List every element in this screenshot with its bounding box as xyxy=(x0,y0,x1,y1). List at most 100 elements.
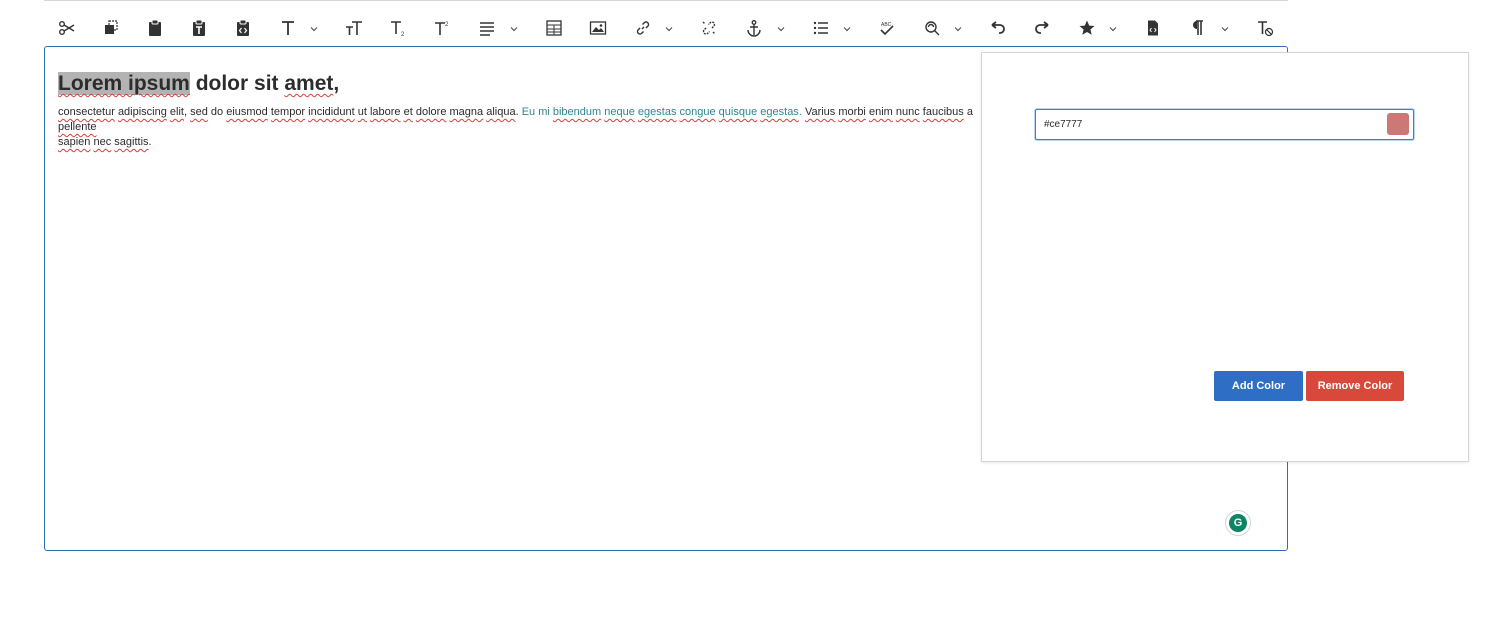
colored-word: egestas xyxy=(637,106,677,118)
heading-punct: , xyxy=(333,72,340,95)
cut-icon xyxy=(59,21,75,35)
star-icon xyxy=(1079,20,1095,35)
para-punct: . xyxy=(148,136,152,148)
paste-html-icon xyxy=(237,19,249,36)
colored-text: Eu mi xyxy=(521,106,550,118)
unlink-icon xyxy=(702,21,716,35)
image-button[interactable] xyxy=(587,15,609,41)
remove-color-button[interactable]: Remove Color xyxy=(1306,371,1404,401)
paste-html-button[interactable] xyxy=(232,15,254,41)
source-edit-button[interactable] xyxy=(1142,15,1164,41)
paragraph-icon xyxy=(1193,20,1203,35)
para-word: nec xyxy=(93,136,112,148)
align-dropdown[interactable] xyxy=(509,21,519,32)
color-swatch[interactable] xyxy=(1387,113,1409,135)
para-text: a xyxy=(963,106,973,118)
superscript-button[interactable]: 2 xyxy=(431,15,453,41)
undo-button[interactable] xyxy=(987,15,1009,41)
para-word: eiusmod xyxy=(226,106,268,118)
chevron-down-icon xyxy=(777,27,785,32)
text-size-button[interactable] xyxy=(343,15,365,41)
anchor-dropdown[interactable] xyxy=(776,21,786,32)
heading-text: dolor sit xyxy=(189,72,285,95)
special-char-button[interactable] xyxy=(1076,15,1098,41)
chevron-down-icon xyxy=(1109,27,1117,32)
chevron-down-icon xyxy=(954,27,962,32)
spellcheck-button[interactable]: ABC xyxy=(876,15,898,41)
align-button[interactable] xyxy=(476,15,498,41)
subscript-button[interactable]: 2 xyxy=(387,15,409,41)
editor-toolbar: 2 2 ABC xyxy=(44,7,1288,47)
para-word: et xyxy=(403,106,413,118)
copy-button[interactable] xyxy=(100,15,122,41)
link-button[interactable] xyxy=(632,15,654,41)
colored-word: egestas xyxy=(760,106,799,118)
unlink-button[interactable] xyxy=(698,15,720,41)
para-word: ut xyxy=(357,106,367,118)
grammarly-icon: G xyxy=(1229,514,1247,532)
para-word: labore xyxy=(369,106,401,118)
para-word: elit xyxy=(169,106,184,118)
anchor-icon xyxy=(747,20,761,37)
para-word: incididunt xyxy=(308,106,355,118)
list-dropdown[interactable] xyxy=(842,21,852,32)
svg-text:2: 2 xyxy=(445,22,449,28)
para-word: magna xyxy=(449,106,484,118)
para-word: dolore xyxy=(415,106,447,118)
colored-word: quisque xyxy=(718,106,758,118)
clear-format-button[interactable] xyxy=(1254,15,1276,41)
color-picker-popup: Add Color Remove Color xyxy=(981,52,1469,462)
para-punct: . xyxy=(798,106,802,118)
chevron-down-icon xyxy=(510,27,518,32)
paste-text-button[interactable] xyxy=(188,15,210,41)
colored-word: bibendum xyxy=(552,106,602,118)
find-replace-button[interactable] xyxy=(921,15,943,41)
para-punct: . xyxy=(515,106,519,118)
link-icon xyxy=(636,21,650,35)
paste-button[interactable] xyxy=(144,15,166,41)
superscript-icon: 2 xyxy=(435,22,449,35)
chevron-down-icon xyxy=(843,27,851,32)
para-word: Varius xyxy=(804,106,836,118)
svg-text:2: 2 xyxy=(401,32,405,37)
para-word: nunc xyxy=(895,106,920,118)
subscript-icon: 2 xyxy=(391,21,405,37)
anchor-button[interactable] xyxy=(743,15,765,41)
chevron-down-icon xyxy=(310,27,318,32)
paragraph-dropdown[interactable] xyxy=(1220,21,1230,32)
grammarly-button[interactable]: G xyxy=(1225,510,1251,536)
content-paragraph[interactable]: consectetur adipiscing elit, sed do eius… xyxy=(58,105,998,150)
text-style-button[interactable] xyxy=(277,15,299,41)
paste-text-icon xyxy=(193,19,205,36)
paragraph-button[interactable] xyxy=(1186,15,1208,41)
selected-text[interactable]: Lorem ipsum xyxy=(58,72,190,95)
paste-icon xyxy=(149,19,161,36)
special-char-dropdown[interactable] xyxy=(1108,21,1118,32)
spellcheck-icon: ABC xyxy=(880,22,894,36)
link-dropdown[interactable] xyxy=(664,21,674,32)
para-word: sagittis xyxy=(114,136,149,148)
color-hex-input[interactable] xyxy=(1044,110,1344,139)
colored-word: congue xyxy=(679,106,716,118)
para-word: sapien xyxy=(58,136,91,148)
chevron-down-icon xyxy=(665,27,673,32)
image-icon xyxy=(589,21,607,35)
table-button[interactable] xyxy=(543,15,565,41)
text-style-dropdown[interactable] xyxy=(309,21,319,32)
para-text: do xyxy=(207,106,227,118)
align-icon xyxy=(480,22,494,36)
svg-text:ABC: ABC xyxy=(881,22,892,28)
clear-format-icon xyxy=(1258,21,1274,37)
redo-button[interactable] xyxy=(1031,15,1053,41)
redo-icon xyxy=(1035,21,1049,34)
cut-button[interactable] xyxy=(56,15,78,41)
para-word: morbi xyxy=(838,106,866,118)
list-icon xyxy=(813,21,828,35)
toolbar-top-border xyxy=(44,0,1288,1)
copy-icon xyxy=(105,20,118,34)
list-button[interactable] xyxy=(810,15,832,41)
add-color-button[interactable]: Add Color xyxy=(1214,371,1303,401)
color-input-wrapper[interactable] xyxy=(1035,109,1414,140)
find-replace-dropdown[interactable] xyxy=(953,21,963,32)
undo-icon xyxy=(991,21,1005,34)
